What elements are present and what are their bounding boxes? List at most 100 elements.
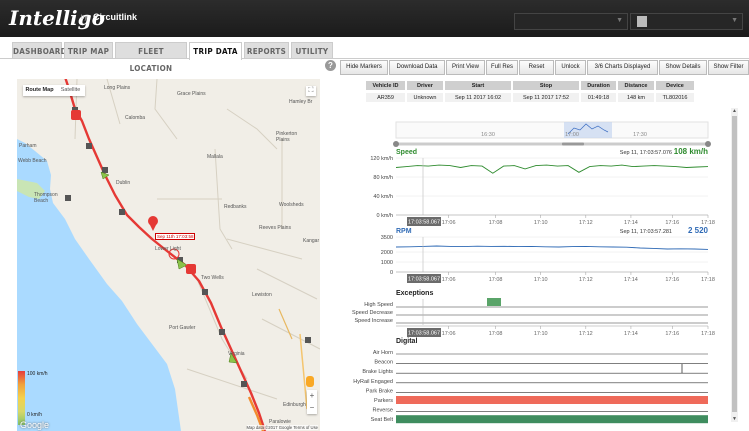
legend-min-label: 0 km/h: [27, 412, 43, 418]
chart-readout-value: 108 km/h: [674, 147, 708, 156]
place-label: Port Gawler: [169, 325, 196, 331]
y-axis-tick-label: 120 km/h: [370, 156, 393, 162]
digital-row-label: Seat Belt: [371, 417, 394, 423]
navigator-tick-label: 17:00: [565, 132, 579, 138]
digital-row-label: Parkers: [374, 398, 393, 404]
tab-dashboard[interactable]: DASHBOARD: [12, 42, 67, 59]
logo: Intelligo: [9, 6, 105, 30]
map-canvas[interactable]: [17, 79, 320, 431]
cursor-time-label: 17:03:58.067: [408, 220, 440, 226]
waypoint-icon[interactable]: [119, 209, 125, 215]
place-label: Pinkerton Plains: [276, 131, 298, 143]
tab-reports[interactable]: REPORTS: [244, 42, 289, 59]
marker-time-label: Sep 11th 17:03:58: [155, 233, 196, 240]
x-axis-tick-label: 17:12: [579, 220, 593, 226]
place-label: Lewiston: [252, 292, 272, 298]
y-axis-tick-label: 0: [390, 270, 393, 276]
print-view-button[interactable]: Print View: [446, 60, 485, 75]
series-line: [395, 245, 709, 250]
legend-max-label: 100 km/h: [27, 371, 48, 377]
x-axis-tick-label: 17:10: [534, 331, 548, 337]
map-attribution[interactable]: Map data ©2017 Google Terms of Use: [246, 425, 318, 430]
y-axis-tick-label: 40 km/h: [373, 194, 393, 200]
place-label: Lower Light: [155, 246, 181, 252]
chart-title: RPM: [396, 228, 412, 235]
chart-title: Digital: [396, 338, 417, 345]
x-axis-tick-label: 17:16: [665, 331, 679, 337]
digital-row-label: Brake Lights: [362, 369, 393, 375]
x-axis-tick-label: 17:14: [624, 220, 638, 226]
x-axis-tick-label: 17:12: [579, 331, 593, 337]
route-map[interactable]: Route Map Satellite ⛶ Long Plains Grace …: [17, 79, 320, 431]
download-data-button[interactable]: Download Data: [389, 60, 445, 75]
charts-displayed-button[interactable]: 3/6 Charts Displayed: [587, 60, 658, 75]
x-axis-tick-label: 17:06: [442, 277, 456, 283]
chevron-down-icon: ▼: [616, 17, 623, 24]
app: Intelligo by Circuitlink ▼ ▼ DASHBOARD T…: [0, 0, 749, 431]
waypoint-icon[interactable]: [241, 381, 247, 387]
place-label: Virginia: [228, 351, 245, 357]
y-axis-tick-label: 2000: [381, 250, 393, 256]
navigator-tick-label: 17:30: [633, 132, 647, 138]
help-icon[interactable]: ?: [325, 60, 336, 71]
tab-utility[interactable]: UTILITY: [291, 42, 333, 59]
tab-fleet-location[interactable]: FLEET LOCATION: [115, 42, 187, 73]
x-axis-tick-label: 17:18: [701, 277, 715, 283]
tab-trip-map[interactable]: TRIP MAP: [64, 42, 113, 59]
digital-row-label: HyRail Engaged: [353, 379, 393, 385]
y-axis-tick-label: 1000: [381, 260, 393, 266]
show-details-button[interactable]: Show Details: [659, 60, 707, 75]
waypoint-icon[interactable]: [102, 167, 108, 173]
full-res-button[interactable]: Full Res: [486, 60, 518, 75]
waypoint-icon[interactable]: [65, 195, 71, 201]
scroll-thumb[interactable]: [732, 116, 737, 412]
high-speed-event-bar: [487, 298, 501, 306]
x-axis-tick-label: 17:06: [442, 220, 456, 226]
avatar: [637, 16, 647, 27]
cursor-time-label: 17:03:58.067: [408, 277, 440, 283]
waypoint-icon[interactable]: [202, 289, 208, 295]
fullscreen-icon[interactable]: ⛶: [306, 86, 316, 96]
chart-readout-time: Sep 11, 17:03:57.076: [620, 150, 672, 156]
chart-scrollbar[interactable]: ▲ ▼: [731, 108, 738, 422]
x-axis-tick-label: 17:06: [442, 331, 456, 337]
series-line: [395, 164, 709, 174]
place-label: Calomba: [125, 115, 146, 121]
zoom-in-button[interactable]: +: [307, 390, 317, 402]
chevron-down-icon: ▼: [731, 17, 738, 24]
speed-legend: [18, 371, 25, 425]
exception-row-label: Speed Increase: [354, 318, 393, 324]
trip-charts[interactable]: 16:30 17:00 17:30 Speed Sep 11, 17:03:57.076…: [340, 80, 732, 431]
place-label: Edinburgh: [283, 402, 306, 408]
scroll-up-icon[interactable]: ▲: [732, 108, 737, 114]
map-type-switcher: Route Map Satellite: [23, 85, 85, 96]
street-view-icon[interactable]: [306, 376, 314, 387]
satellite-button[interactable]: Satellite: [56, 85, 85, 96]
waypoint-icon[interactable]: [86, 143, 92, 149]
x-axis-tick-label: 17:10: [534, 220, 548, 226]
waypoint-icon[interactable]: [219, 329, 225, 335]
x-axis-tick-label: 17:16: [665, 277, 679, 283]
zoom-out-button[interactable]: −: [307, 402, 317, 414]
hide-markers-button[interactable]: Hide Markers: [340, 60, 388, 75]
x-axis-tick-label: 17:10: [534, 277, 548, 283]
unlock-button[interactable]: Unlock: [555, 60, 586, 75]
chart-readout-value: 2 520: [688, 226, 709, 235]
exception-marker-icon[interactable]: [71, 110, 81, 120]
reset-button[interactable]: Reset: [519, 60, 554, 75]
exception-marker-icon[interactable]: [186, 264, 196, 274]
waypoint-icon[interactable]: [305, 337, 311, 343]
x-axis-tick-label: 17:16: [665, 220, 679, 226]
route-map-button[interactable]: Route Map: [23, 85, 56, 96]
fleet-select[interactable]: ▼: [514, 13, 628, 30]
scroll-down-icon[interactable]: ▼: [732, 416, 737, 422]
tab-trip-data[interactable]: TRIP DATA: [189, 42, 242, 60]
digital-row-label: Beacon: [374, 360, 393, 366]
chart-readout-time: Sep 11, 17:03:57.281: [620, 229, 672, 235]
y-axis-tick-label: 0 km/h: [376, 213, 393, 219]
navigator-scroll-thumb: [562, 142, 584, 146]
brand-name: Circuitlink: [93, 12, 138, 22]
show-filter-button[interactable]: Show Filter: [708, 60, 749, 75]
user-menu[interactable]: ▼: [630, 13, 743, 30]
exception-row-label: High Speed: [364, 302, 393, 308]
